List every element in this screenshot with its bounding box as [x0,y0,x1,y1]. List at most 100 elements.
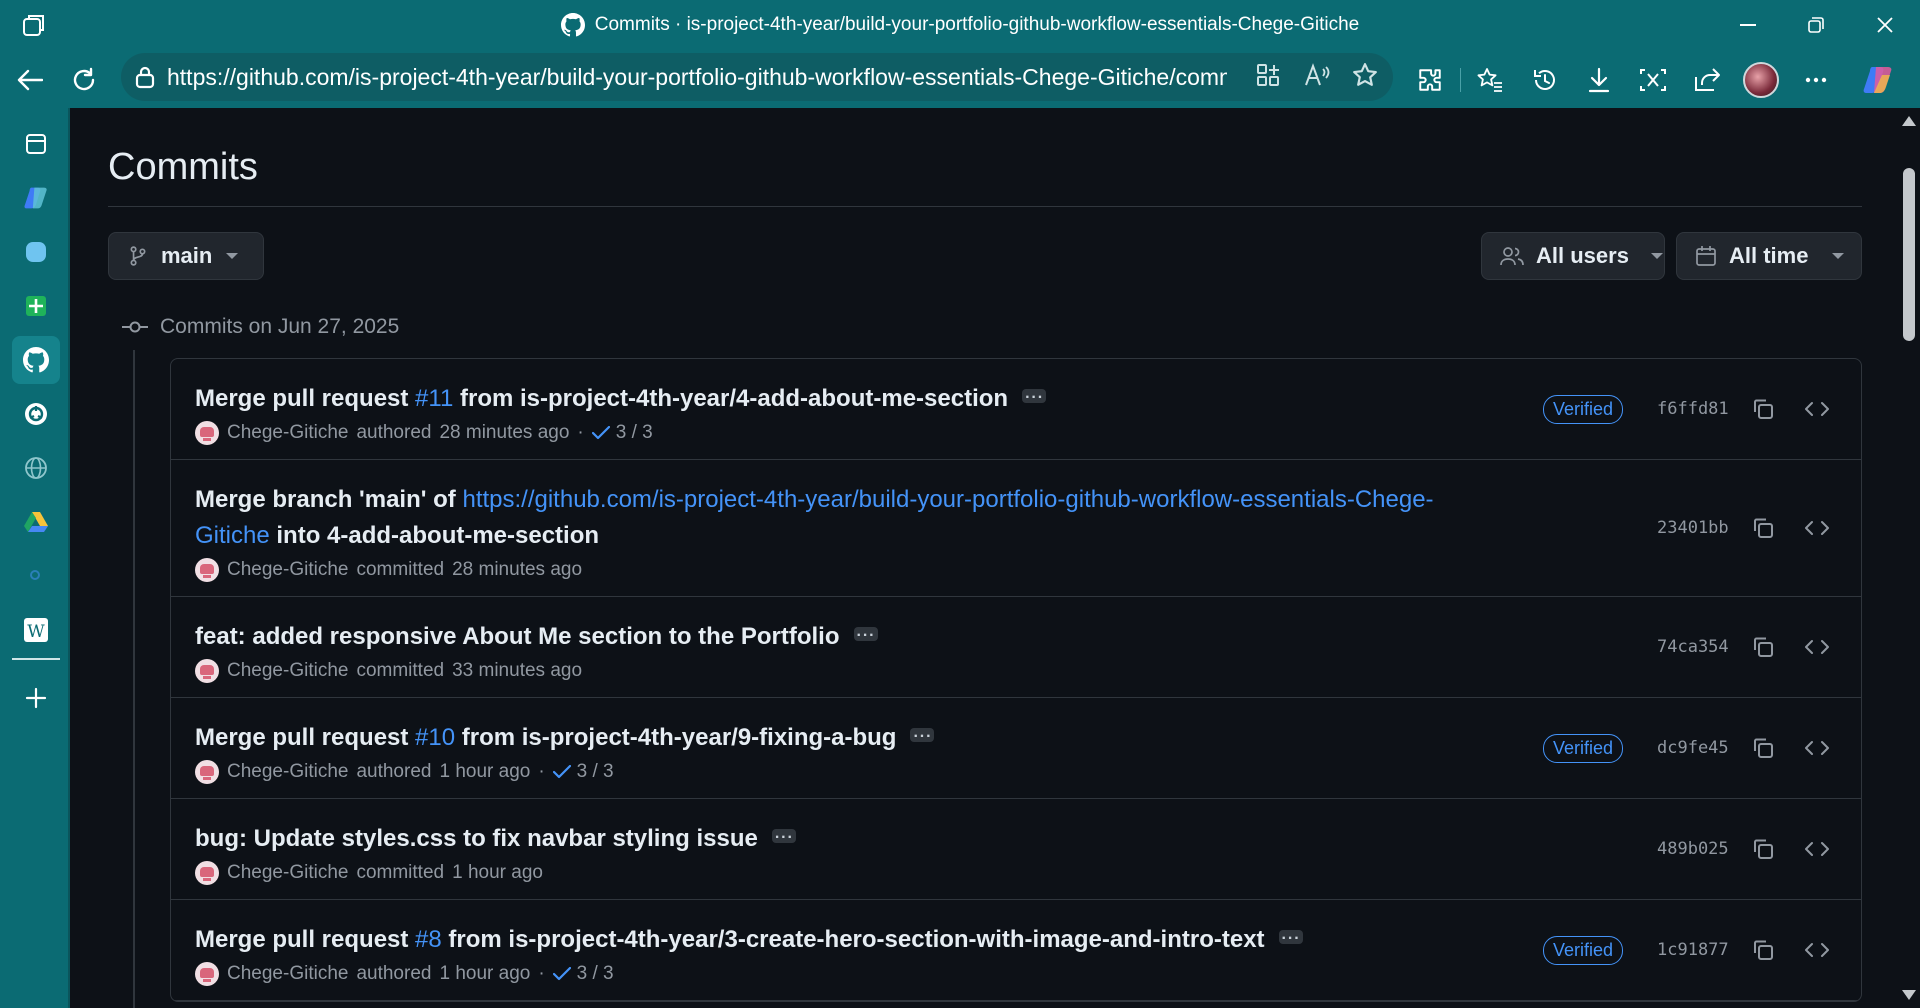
commit-message-suffix[interactable]: into 4-add-about-me-section [270,522,599,549]
commit-message-suffix[interactable]: from is-project-4th-year/4-add-about-me-… [453,385,1008,412]
globe-icon[interactable] [12,444,60,492]
time-filter-button[interactable]: All time [1676,232,1862,280]
browse-code-icon[interactable] [1799,391,1835,427]
branch-selector-button[interactable]: main [108,232,264,280]
app-tile-icon[interactable] [12,228,60,276]
favorites-icon[interactable] [1474,64,1506,96]
commit-author[interactable]: Chege-Gitiche [227,963,348,985]
copy-sha-icon[interactable] [1745,510,1781,546]
sheets-icon[interactable] [12,282,60,330]
add-sidebar-app-icon[interactable] [12,674,60,722]
author-avatar[interactable] [195,558,219,582]
commit-message[interactable]: Merge pull request #8 from is-project-4t… [195,921,1505,958]
browse-code-icon[interactable] [1799,510,1835,546]
share-icon[interactable] [1691,64,1723,96]
commit-message-text[interactable]: bug: Update styles.css to fix navbar sty… [195,825,758,852]
checks-status[interactable]: 3 / 3 [552,963,614,985]
commit-message-link[interactable]: #10 [415,724,455,751]
wikipedia-icon[interactable]: W [12,606,60,654]
screenshot-icon[interactable] [1637,64,1669,96]
read-aloud-icon[interactable] [1302,60,1332,90]
commit-sha[interactable]: f6ffd81 [1657,399,1729,419]
page-scrollbar[interactable] [1898,108,1920,1008]
close-window-icon[interactable] [1872,12,1898,38]
commit-message-text[interactable]: Merge pull request [195,724,415,751]
scroll-up-arrow[interactable] [1902,116,1916,126]
extensions-icon[interactable] [1414,64,1446,96]
browse-code-icon[interactable] [1799,831,1835,867]
downloads-icon[interactable] [1583,64,1615,96]
author-avatar[interactable] [195,962,219,986]
scroll-down-arrow[interactable] [1902,990,1916,1000]
refresh-icon[interactable] [68,64,100,96]
verified-badge[interactable]: Verified [1542,935,1623,965]
copilot-sidebar-icon[interactable] [12,174,60,222]
browse-code-icon[interactable] [1799,932,1835,968]
commit-message-text[interactable]: Merge pull request [195,385,415,412]
commit-message[interactable]: Merge pull request #10 from is-project-4… [195,719,1505,756]
commit-message-text[interactable]: feat: added responsive About Me section … [195,623,840,650]
scrollbar-thumb[interactable] [1903,168,1915,341]
checks-status[interactable]: 3 / 3 [591,422,653,444]
profile-avatar[interactable] [1743,62,1779,98]
commit-message-suffix[interactable]: from is-project-4th-year/3-create-hero-s… [442,926,1264,953]
commit-message[interactable]: feat: added responsive About Me section … [195,618,1505,655]
search-sidebar-icon[interactable] [12,552,60,600]
verified-badge[interactable]: Verified [1542,394,1623,424]
lock-icon[interactable] [135,65,155,89]
history-icon[interactable] [1529,64,1561,96]
commit-time: 28 minutes ago [452,559,583,580]
commit-sha[interactable]: 23401bb [1657,518,1729,538]
author-avatar[interactable] [195,861,219,885]
author-avatar[interactable] [195,659,219,683]
expand-message-button[interactable] [771,820,796,856]
commit-message[interactable]: Merge branch 'main' of https://github.co… [195,482,1505,554]
copy-sha-icon[interactable] [1745,831,1781,867]
browse-code-icon[interactable] [1799,730,1835,766]
minimize-icon[interactable] [1735,12,1761,38]
commit-author[interactable]: Chege-Gitiche [227,761,348,783]
author-avatar[interactable] [195,421,219,445]
commit-author[interactable]: Chege-Gitiche [227,660,348,682]
copy-sha-icon[interactable] [1745,629,1781,665]
commit-author[interactable]: Chege-Gitiche [227,559,348,581]
back-icon[interactable] [14,64,46,96]
expand-message-button[interactable] [910,719,935,755]
copy-sha-icon[interactable] [1745,932,1781,968]
author-avatar[interactable] [195,760,219,784]
browse-code-icon[interactable] [1799,629,1835,665]
restore-icon[interactable] [1803,12,1829,38]
commit-message[interactable]: bug: Update styles.css to fix navbar sty… [195,820,1505,857]
copy-sha-icon[interactable] [1745,730,1781,766]
verified-badge[interactable]: Verified [1542,733,1623,763]
more-options-icon[interactable] [1800,64,1832,96]
expand-message-button[interactable] [1022,380,1047,416]
app-available-icon[interactable] [1253,60,1283,90]
commit-message[interactable]: Merge pull request #11 from is-project-4… [195,380,1505,417]
expand-message-button[interactable] [853,618,878,654]
commit-message-link[interactable]: #8 [415,926,442,953]
commit-message-text[interactable]: Merge pull request [195,926,415,953]
vertical-tabs-icon[interactable] [12,120,60,168]
github-sidebar-icon[interactable] [12,336,60,384]
commit-list: Merge pull request #11 from is-project-4… [170,358,1862,1002]
favorite-star-icon[interactable] [1350,60,1380,90]
copilot-icon[interactable] [1862,64,1894,96]
commit-author[interactable]: Chege-Gitiche [227,422,348,444]
commit-message-link[interactable]: #11 [415,385,453,412]
commit-sha[interactable]: 1c91877 [1657,940,1729,960]
commit-sha[interactable]: dc9fe45 [1657,738,1729,758]
expand-message-button[interactable] [1278,921,1303,957]
chatgpt-icon[interactable] [12,390,60,438]
address-bar[interactable]: https://github.com/is-project-4th-year/b… [121,53,1393,101]
drive-icon[interactable] [12,498,60,546]
commit-author[interactable]: Chege-Gitiche [227,862,348,884]
copy-sha-icon[interactable] [1745,391,1781,427]
commit-message-text[interactable]: Merge branch 'main' of [195,486,462,513]
users-filter-button[interactable]: All users [1481,232,1665,280]
commit-message-suffix[interactable]: from is-project-4th-year/9-fixing-a-bug [455,724,897,751]
url-text[interactable]: https://github.com/is-project-4th-year/b… [167,64,1227,91]
commit-sha[interactable]: 489b025 [1657,839,1729,859]
checks-status[interactable]: 3 / 3 [552,761,614,783]
commit-sha[interactable]: 74ca354 [1657,637,1729,657]
